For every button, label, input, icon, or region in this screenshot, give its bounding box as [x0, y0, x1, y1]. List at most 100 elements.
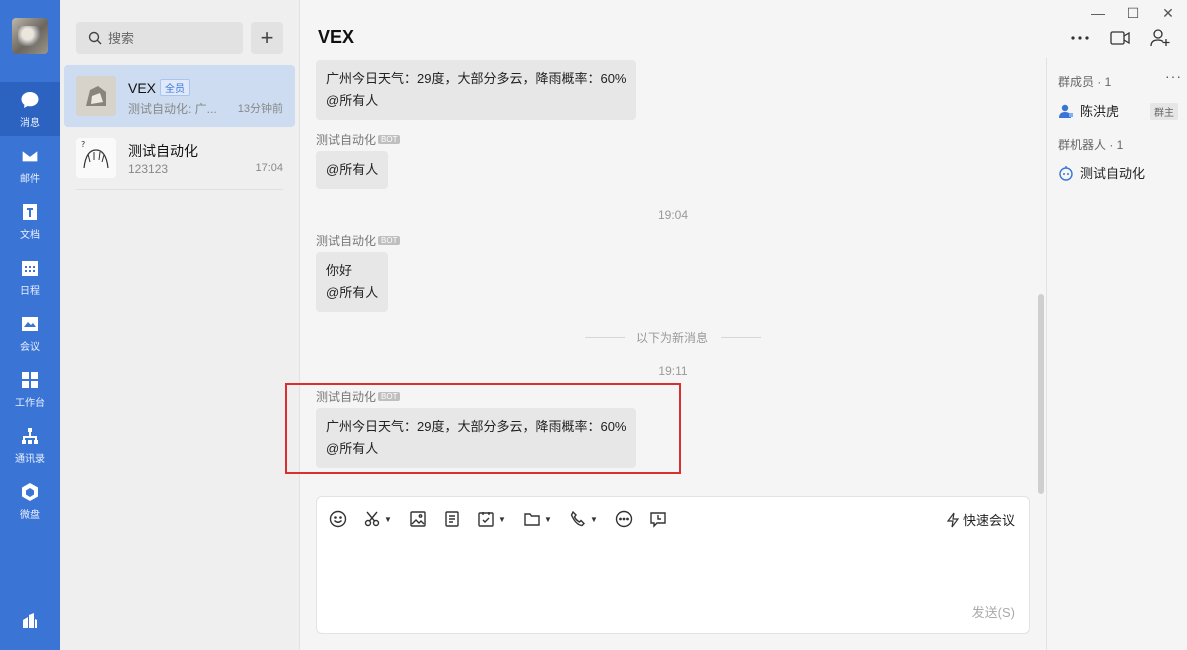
nav-messages-label: 消息	[20, 117, 40, 129]
apps-stack-icon	[23, 613, 37, 628]
more-tools-button[interactable]	[615, 509, 633, 529]
bot-tag: BOT	[378, 135, 401, 144]
task-button[interactable]: ▼	[477, 509, 506, 529]
file-button[interactable]	[443, 509, 461, 529]
docs-icon	[23, 203, 37, 220]
nav-messages[interactable]: 消息	[0, 82, 60, 136]
conversation-name-text: VEX	[128, 80, 157, 96]
members-more-icon[interactable]: ···	[1165, 68, 1182, 84]
all-staff-badge: 全员	[160, 79, 191, 96]
drive-icon	[22, 482, 38, 501]
lightning-icon	[946, 512, 960, 527]
conversation-time: 17:04	[255, 162, 283, 174]
message-sender: 测试自动化 BOT	[316, 131, 401, 148]
scissors-icon	[364, 511, 380, 527]
conversation-name: 测试自动化	[128, 143, 198, 159]
divider-line-left	[585, 337, 625, 338]
list-divider	[76, 189, 283, 190]
message-line: 你好	[326, 263, 353, 278]
chevron-down-icon: ▼	[384, 514, 392, 524]
conversation-time: 13分钟前	[237, 103, 283, 115]
nav-meeting-label: 会议	[20, 341, 40, 353]
chevron-down-icon: ▼	[544, 514, 552, 524]
message-bubble[interactable]: @所有人	[316, 151, 389, 189]
nav-meeting[interactable]: 会议	[0, 306, 60, 360]
grid-icon	[22, 371, 38, 388]
image-icon	[410, 511, 426, 527]
nav-drive[interactable]: 微盘	[0, 474, 60, 528]
chevron-down-icon: ▼	[498, 514, 506, 524]
chevron-down-icon: ▼	[590, 514, 598, 524]
message-line: @所有人	[326, 93, 379, 108]
nav-docs-label: 文档	[20, 229, 40, 241]
nav-workbench[interactable]: 工作台	[0, 362, 60, 416]
emoji-button[interactable]	[329, 509, 347, 529]
checkbox-icon	[478, 512, 494, 527]
message-line: @所有人	[326, 285, 379, 300]
mail-icon	[21, 148, 39, 163]
sender-name: 测试自动化	[316, 234, 377, 248]
add-member-icon[interactable]	[1148, 28, 1172, 48]
org-chart-icon	[22, 427, 38, 444]
nav-calendar-label: 日程	[20, 285, 40, 297]
nav-rail: 消息 邮件 文档 日程 会议 工作台 通讯录 微盘	[0, 0, 60, 650]
conversation-item-vex[interactable]: VEX 全员 测试自动化: 广... 13分钟前	[64, 65, 295, 127]
conversation-item-test-automation[interactable]: ? 测试自动化 123123 17:04	[64, 127, 295, 189]
minimize-button[interactable]: —	[1089, 4, 1107, 22]
message-bubble[interactable]: 你好 @所有人	[316, 252, 389, 312]
conversation-avatar	[76, 76, 116, 116]
message-bubble[interactable]: 广州今日天气：29度，大部分多云，降雨概率：60% @所有人	[316, 60, 637, 120]
chat-bubble-icon	[21, 91, 39, 108]
phone-icon	[570, 510, 585, 527]
conversation-preview: 123123	[128, 162, 169, 176]
nav-mail-label: 邮件	[20, 173, 40, 185]
message-timestamp: 19:04	[657, 208, 689, 222]
quick-meeting-label: 快速会议	[962, 513, 1015, 528]
nav-contacts[interactable]: 通讯录	[0, 418, 60, 472]
document-icon	[445, 511, 459, 527]
maximize-button[interactable]: ☐	[1124, 4, 1142, 22]
nav-mail[interactable]: 邮件	[0, 138, 60, 192]
chat-scrollbar[interactable]	[1038, 294, 1044, 494]
search-icon	[88, 31, 102, 45]
search-input[interactable]	[108, 30, 228, 46]
add-button[interactable]: +	[251, 22, 283, 54]
nav-contacts-label: 通讯录	[15, 453, 45, 465]
folder-icon	[524, 513, 540, 526]
conversation-avatar: ?	[76, 138, 116, 178]
owner-tag: 群主	[1150, 103, 1178, 120]
svg-text:?: ?	[81, 140, 85, 149]
history-button[interactable]	[649, 509, 667, 529]
highlight-box	[285, 383, 681, 474]
image-button[interactable]	[409, 509, 427, 529]
conversation-preview: 测试自动化: 广...	[128, 102, 217, 116]
folder-button[interactable]: ▼	[523, 509, 552, 529]
meeting-icon	[22, 316, 38, 331]
robot-name: 测试自动化	[1080, 166, 1146, 181]
members-title: 群成员 · 1	[1058, 75, 1112, 89]
search-box[interactable]	[76, 22, 243, 54]
send-button[interactable]: 发送(S)	[972, 602, 1015, 621]
screenshot-button[interactable]: ▼	[363, 509, 392, 529]
divider-line-right	[721, 337, 761, 338]
call-button[interactable]: ▼	[569, 509, 598, 529]
member-item[interactable]: 陈洪虎	[1058, 101, 1119, 120]
close-button[interactable]: ✕	[1159, 4, 1177, 22]
robots-title: 群机器人 · 1	[1058, 138, 1124, 152]
user-icon	[1059, 104, 1073, 118]
chat-history-icon	[650, 512, 666, 528]
message-timestamp: 19:11	[658, 364, 688, 378]
robot-item[interactable]: 测试自动化	[1058, 163, 1145, 182]
nav-calendar[interactable]: 日程	[0, 250, 60, 304]
video-call-icon[interactable]	[1108, 28, 1132, 48]
ellipsis-circle-icon	[615, 510, 633, 528]
message-editor[interactable]: ▼ ▼ ▼ ▼ 快速会议 发送(S)	[316, 496, 1030, 634]
nav-more[interactable]	[0, 594, 60, 648]
nav-docs[interactable]: 文档	[0, 194, 60, 248]
chat-title: VEX	[318, 27, 355, 47]
user-avatar[interactable]	[12, 18, 48, 54]
more-icon[interactable]	[1068, 28, 1092, 48]
quick-meeting-button[interactable]: 快速会议	[946, 510, 1015, 529]
emoji-icon	[329, 510, 347, 528]
sender-name: 测试自动化	[316, 133, 377, 147]
